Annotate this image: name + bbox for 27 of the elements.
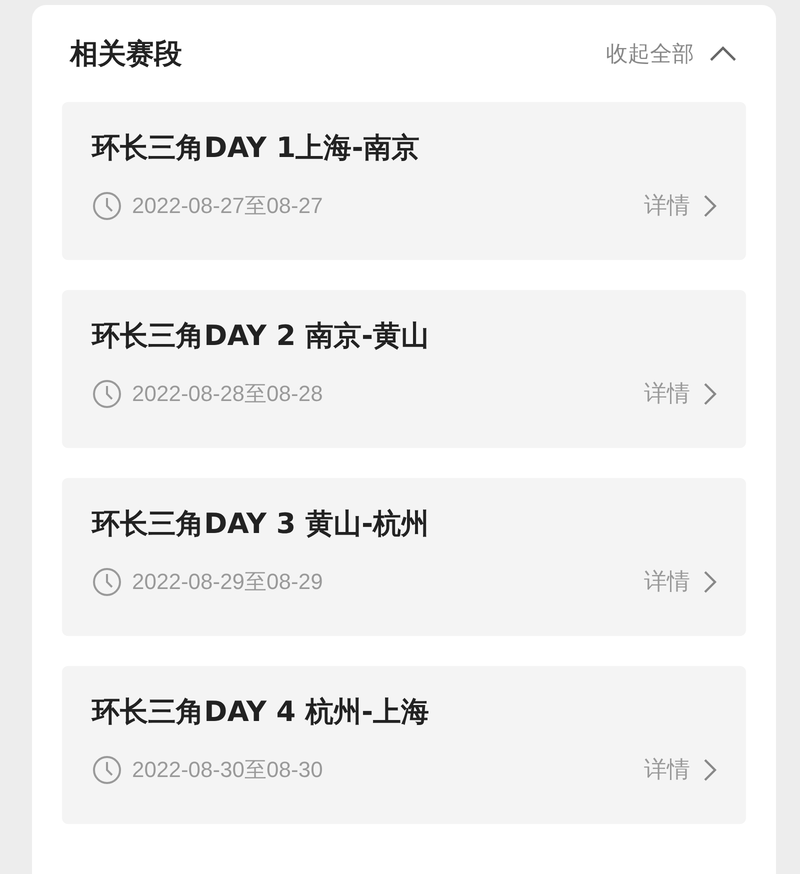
stage-card[interactable]: 环长三角DAY 4 杭州-上海 2022-08-30至08-30 详情 bbox=[62, 666, 746, 824]
clock-icon bbox=[92, 378, 122, 408]
stage-card[interactable]: 环长三角DAY 2 南京-黄山 2022-08-28至08-28 详情 bbox=[62, 290, 746, 448]
stage-date: 2022-08-29至08-29 bbox=[132, 568, 324, 596]
stage-card[interactable]: 环长三角DAY 3 黄山-杭州 2022-08-29至08-29 详情 bbox=[62, 478, 746, 636]
stage-card[interactable]: 环长三角DAY 1上海-南京 2022-08-27至08-27 详情 bbox=[62, 102, 746, 260]
collapse-all-button[interactable]: 收起全部 bbox=[606, 38, 738, 68]
details-link[interactable]: 详情 bbox=[644, 378, 718, 409]
chevron-right-icon bbox=[702, 380, 718, 406]
details-link[interactable]: 详情 bbox=[644, 190, 718, 221]
stage-title: 环长三角DAY 1上海-南京 bbox=[92, 130, 420, 166]
details-link[interactable]: 详情 bbox=[644, 566, 718, 597]
clock-icon bbox=[92, 190, 122, 220]
stage-date: 2022-08-27至08-27 bbox=[132, 192, 324, 220]
section-title: 相关赛段 bbox=[70, 36, 182, 72]
stage-title: 环长三角DAY 4 杭州-上海 bbox=[92, 694, 430, 730]
stage-date: 2022-08-28至08-28 bbox=[132, 380, 324, 408]
chevron-right-icon bbox=[702, 756, 718, 782]
stage-title: 环长三角DAY 2 南京-黄山 bbox=[92, 318, 430, 354]
chevron-icon bbox=[708, 44, 738, 64]
stage-date: 2022-08-30至08-30 bbox=[132, 756, 324, 784]
chevron-right-icon bbox=[702, 192, 718, 218]
stage-title: 环长三角DAY 3 黄山-杭州 bbox=[92, 506, 430, 542]
details-link[interactable]: 详情 bbox=[644, 754, 718, 785]
clock-icon bbox=[92, 566, 122, 596]
clock-icon bbox=[92, 754, 122, 784]
chevron-right-icon bbox=[702, 568, 718, 594]
